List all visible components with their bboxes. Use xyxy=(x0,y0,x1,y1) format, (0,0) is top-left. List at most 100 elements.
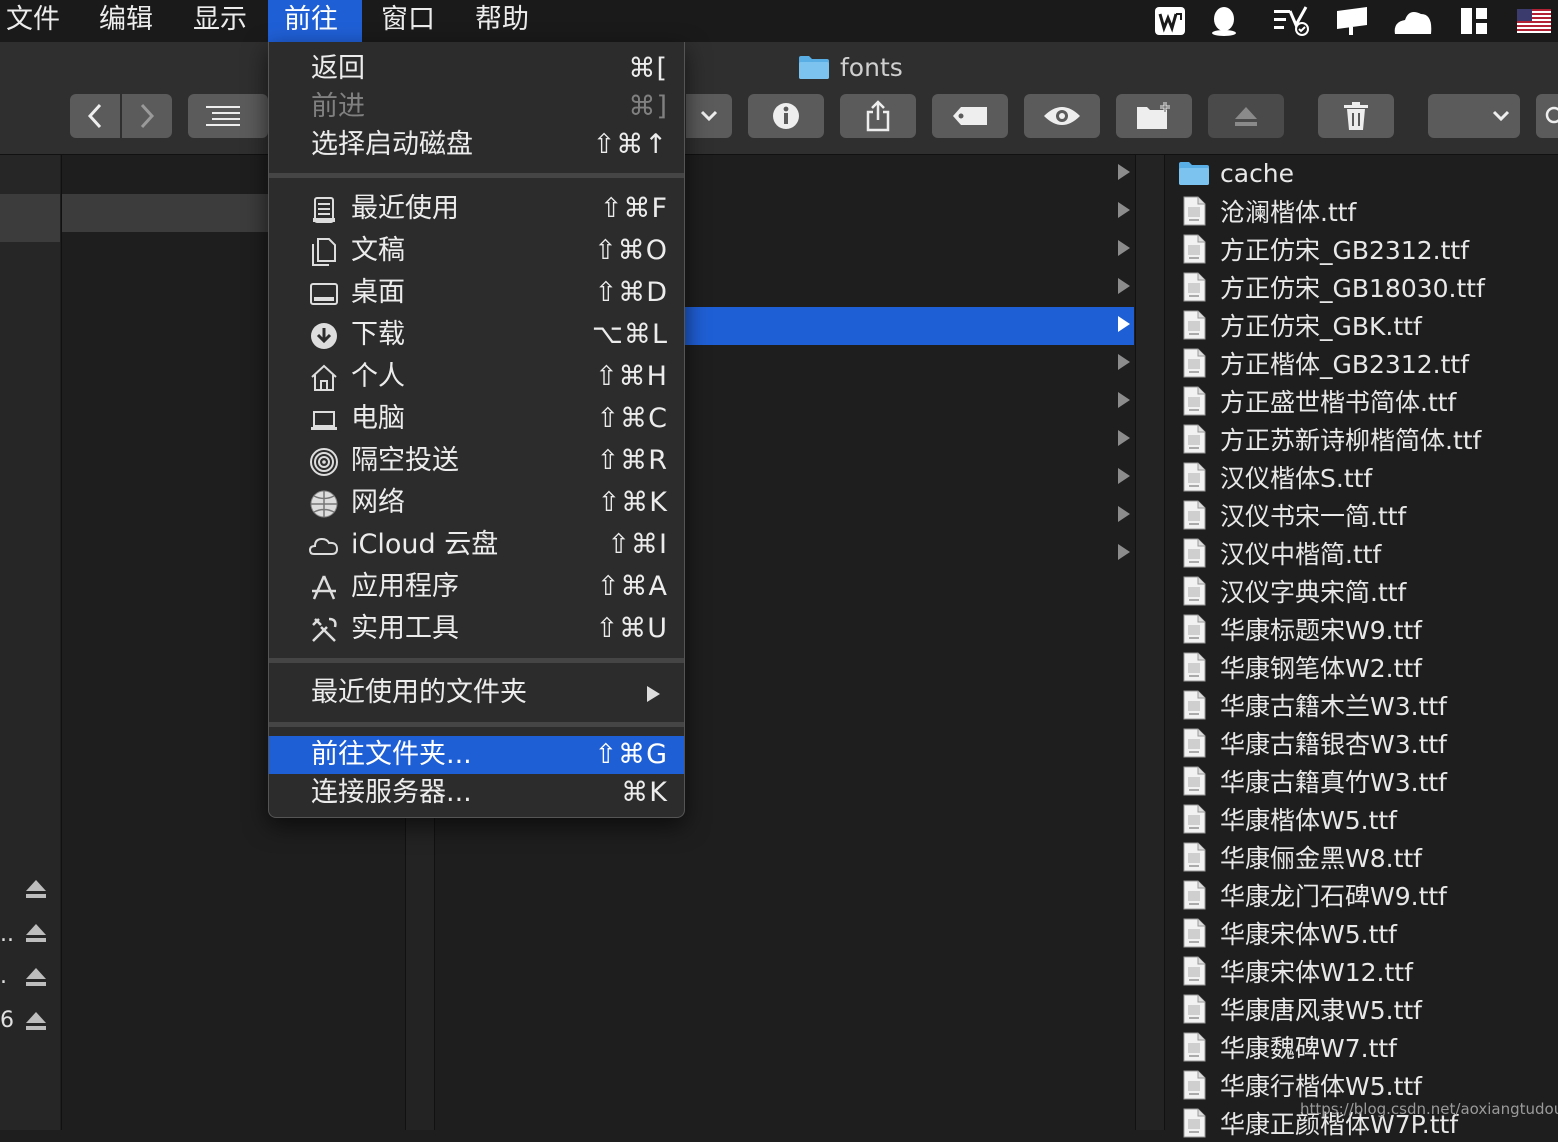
share-button[interactable] xyxy=(840,94,916,138)
get-info-button[interactable] xyxy=(748,94,824,138)
file-row[interactable]: 方正仿宋_GB2312.ttf xyxy=(1178,230,1469,268)
task-check-icon[interactable] xyxy=(1270,4,1314,38)
menu-item-label: iCloud 云盘 xyxy=(351,529,499,560)
file-row[interactable]: 华康楷体W5.ttf xyxy=(1178,800,1397,838)
cloud-sync-icon[interactable] xyxy=(1390,4,1436,38)
menu-item-computer[interactable]: 电脑 ⇧⌘C xyxy=(269,400,684,438)
file-row[interactable]: 华康宋体W12.ttf xyxy=(1178,952,1413,990)
tags-button[interactable] xyxy=(932,94,1008,138)
layout-grid-icon[interactable] xyxy=(1456,4,1492,38)
menu-item-connect-server[interactable]: 连接服务器... ⌘K xyxy=(269,774,684,812)
qq-icon[interactable] xyxy=(1206,4,1242,38)
disclosure-arrow-icon[interactable] xyxy=(1114,390,1132,410)
file-row[interactable]: 汉仪书宋一简.ttf xyxy=(1178,496,1406,534)
font-file-icon xyxy=(1178,1032,1210,1062)
menu-item-shortcut: ⇧⌘C xyxy=(596,403,668,434)
file-row[interactable]: 方正苏新诗柳楷简体.ttf xyxy=(1178,420,1481,458)
file-row[interactable]: 方正仿宋_GBK.ttf xyxy=(1178,306,1422,344)
menu-item-label: 网络 xyxy=(351,487,405,518)
file-row[interactable]: 华康行楷体W5.ttf xyxy=(1178,1066,1422,1104)
disclosure-arrow-icon[interactable] xyxy=(1114,542,1132,562)
menu-item-utilities[interactable]: 实用工具 ⇧⌘U xyxy=(269,610,684,648)
file-row[interactable]: 方正楷体_GB2312.ttf xyxy=(1178,344,1469,382)
disclosure-arrow-icon[interactable] xyxy=(1114,466,1132,486)
us-flag-input-icon[interactable] xyxy=(1514,4,1554,38)
font-file-icon xyxy=(1178,348,1210,378)
file-row[interactable]: 华康龙门石碑W9.ttf xyxy=(1178,876,1447,914)
disclosure-arrow-icon[interactable] xyxy=(1114,162,1132,182)
wps-icon[interactable] xyxy=(1152,4,1188,38)
file-row[interactable]: 华康钢笔体W2.ttf xyxy=(1178,648,1422,686)
action-dropdown-button[interactable] xyxy=(1428,94,1520,138)
menu-item-back[interactable]: 返回 ⌘[ xyxy=(269,50,684,88)
menu-item-desktop[interactable]: 桌面 ⇧⌘D xyxy=(269,274,684,312)
file-row[interactable]: 汉仪字典宋简.ttf xyxy=(1178,572,1406,610)
file-row[interactable]: 华康唐风隶W5.ttf xyxy=(1178,990,1422,1028)
menu-view[interactable]: 显示 xyxy=(189,0,251,42)
sidebar-item-label[interactable]: . xyxy=(0,964,7,989)
menu-item-recents[interactable]: 最近使用 ⇧⌘F xyxy=(269,190,684,228)
view-options-button[interactable] xyxy=(188,94,268,138)
menu-item-select-startup-disk[interactable]: 选择启动磁盘 ⇧⌘↑ xyxy=(269,126,684,164)
eject-icon[interactable] xyxy=(24,966,48,988)
recents-icon xyxy=(313,197,335,223)
menu-item-icloud-drive[interactable]: iCloud 云盘 ⇧⌘I xyxy=(269,526,684,564)
menu-item-network[interactable]: 网络 ⇧⌘K xyxy=(269,484,684,522)
disclosure-arrow-icon[interactable] xyxy=(1114,238,1132,258)
menu-item-applications[interactable]: 应用程序 ⇧⌘A xyxy=(269,568,684,606)
file-row[interactable]: 汉仪楷体S.ttf xyxy=(1178,458,1372,496)
eject-icon[interactable] xyxy=(24,922,48,944)
menu-file[interactable]: 文件 xyxy=(2,0,64,42)
font-file-icon xyxy=(1178,234,1210,264)
file-row[interactable]: 华康宋体W5.ttf xyxy=(1178,914,1397,952)
menu-item-shortcut: ⇧⌘A xyxy=(596,571,668,602)
sidebar-item-label[interactable]: .. xyxy=(0,922,14,947)
menu-edit[interactable]: 编辑 xyxy=(95,0,157,42)
forward-button[interactable] xyxy=(122,94,172,138)
menu-bar: 文件 编辑 显示 前往 窗口 帮助 xyxy=(0,0,1558,42)
file-row[interactable]: 华康古籍真竹W3.ttf xyxy=(1178,762,1447,800)
file-row[interactable]: 华康俪金黑W8.ttf xyxy=(1178,838,1422,876)
menu-window[interactable]: 窗口 xyxy=(377,0,439,42)
desktop-icon xyxy=(310,283,338,305)
file-row[interactable]: 方正盛世楷书简体.ttf xyxy=(1178,382,1456,420)
file-row[interactable]: 华康古籍木兰W3.ttf xyxy=(1178,686,1447,724)
file-row[interactable]: 方正仿宋_GB18030.ttf xyxy=(1178,268,1485,306)
disclosure-arrow-icon[interactable] xyxy=(1114,200,1132,220)
quick-look-button[interactable] xyxy=(1024,94,1100,138)
menu-go[interactable]: 前往 xyxy=(268,0,362,42)
eject-icon[interactable] xyxy=(24,878,48,900)
menu-item-downloads[interactable]: 下载 ⌥⌘L xyxy=(269,316,684,354)
new-folder-button[interactable] xyxy=(1116,94,1192,138)
search-button[interactable] xyxy=(1536,94,1558,138)
font-file-icon xyxy=(1178,842,1210,872)
menu-item-label: 返回 xyxy=(311,53,365,84)
disclosure-arrow-icon[interactable] xyxy=(1114,314,1132,334)
menu-item-airdrop[interactable]: 隔空投送 ⇧⌘R xyxy=(269,442,684,480)
file-row[interactable]: 华康魏碑W7.ttf xyxy=(1178,1028,1397,1066)
sidebar-item-label[interactable]: 6 xyxy=(0,1008,14,1033)
menu-help[interactable]: 帮助 xyxy=(471,0,533,42)
menu-item-recent-folders[interactable]: 最近使用的文件夹 xyxy=(269,674,684,712)
file-row[interactable]: 沧澜楷体.ttf xyxy=(1178,192,1356,230)
file-row[interactable]: 汉仪中楷简.ttf xyxy=(1178,534,1381,572)
menu-item-documents[interactable]: 文稿 ⇧⌘O xyxy=(269,232,684,270)
sidebar-selected-item[interactable] xyxy=(0,194,60,242)
file-row[interactable]: 华康标题宋W9.ttf xyxy=(1178,610,1422,648)
back-button[interactable] xyxy=(70,94,120,138)
menu-item-go-to-folder[interactable]: 前往文件夹... ⇧⌘G xyxy=(269,736,684,774)
eject-icon[interactable] xyxy=(24,1010,48,1032)
file-row[interactable]: 华康古籍银杏W3.ttf xyxy=(1178,724,1447,762)
folder-row[interactable]: cache xyxy=(1178,154,1294,192)
disclosure-arrow-icon[interactable] xyxy=(1114,276,1132,296)
trash-button[interactable] xyxy=(1318,94,1394,138)
disclosure-arrow-icon[interactable] xyxy=(1114,504,1132,524)
notification-icon[interactable] xyxy=(1332,4,1372,38)
eject-button[interactable] xyxy=(1208,94,1284,138)
disclosure-arrow-icon[interactable] xyxy=(1114,428,1132,448)
menu-item-home[interactable]: 个人 ⇧⌘H xyxy=(269,358,684,396)
disclosure-arrow-icon[interactable] xyxy=(1114,352,1132,372)
file-name: 方正仿宋_GBK.ttf xyxy=(1220,312,1422,341)
file-name: 华康楷体W5.ttf xyxy=(1220,806,1397,835)
group-dropdown-button[interactable] xyxy=(686,94,732,138)
